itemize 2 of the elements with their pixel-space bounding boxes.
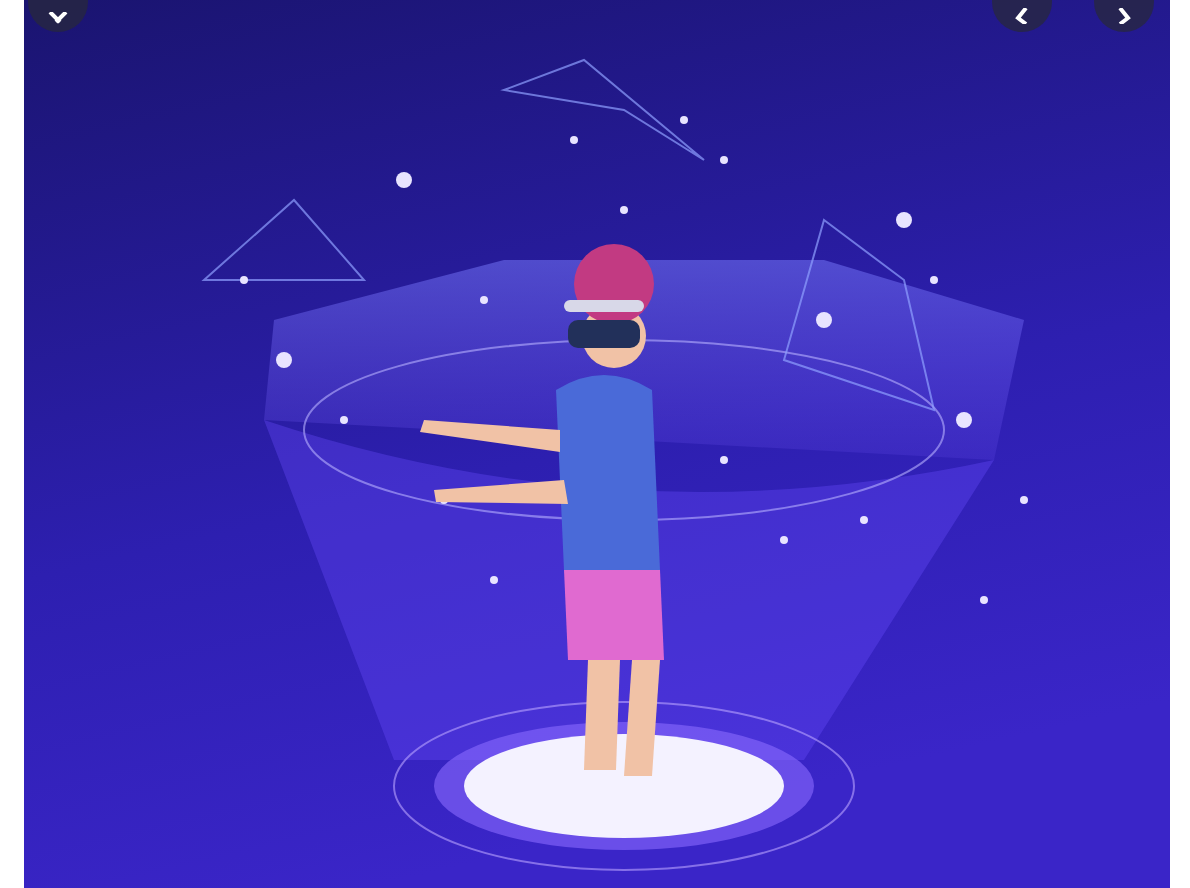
chevron-left-icon [1014,8,1030,24]
chevron-right-icon [1116,8,1132,24]
